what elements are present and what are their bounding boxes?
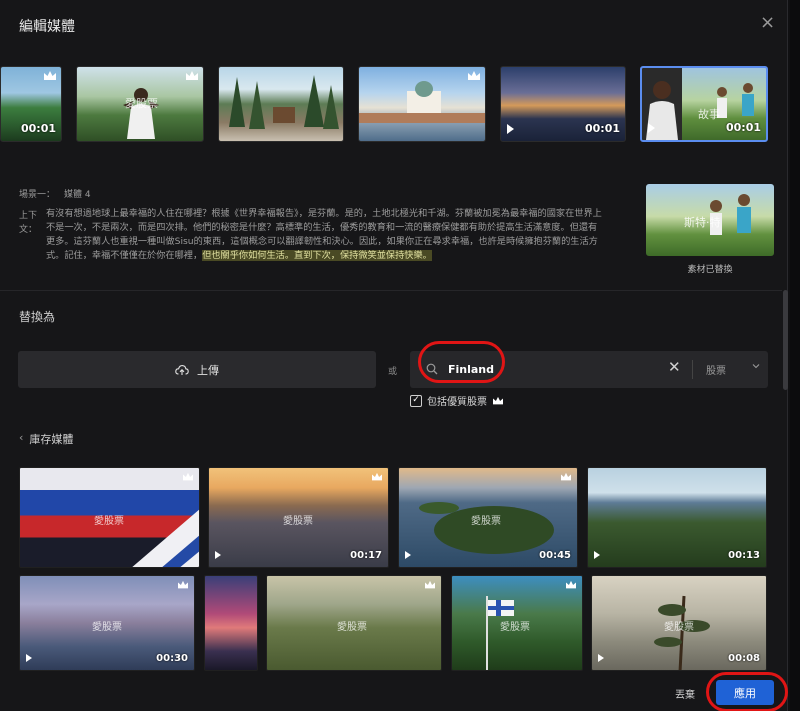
stock-thumb[interactable]: 愛股票 00:30: [19, 575, 195, 671]
duration-label: 00:13: [728, 550, 760, 561]
scene-thumb[interactable]: 00:01: [500, 66, 626, 142]
dialog-title: 編輯媒體: [19, 19, 75, 35]
scene-media-label: 媒體 4: [64, 190, 91, 200]
separator: [692, 360, 693, 379]
play-icon: [405, 551, 411, 559]
crown-icon: [566, 580, 576, 589]
stock-thumb[interactable]: 愛股票: [19, 467, 200, 568]
scene-thumb-selected[interactable]: 故事 00:01: [640, 66, 768, 142]
premium-checkbox[interactable]: ✓: [410, 394, 422, 407]
crown-icon: [372, 472, 382, 481]
replace-title: 替換為: [19, 310, 56, 324]
scene-thumb[interactable]: 愛股票: [76, 66, 204, 142]
watermark-text: 愛股票: [94, 516, 124, 527]
person-figure: [123, 88, 159, 139]
replaced-label: 素材已替換: [687, 265, 733, 275]
stock-heading: 庫存媒體: [29, 433, 74, 446]
crown-icon: [178, 580, 188, 589]
watermark-text: 愛股票: [283, 516, 313, 527]
watermark-text: 斯特·特: [684, 216, 721, 229]
stock-thumb[interactable]: 00:13: [587, 467, 767, 568]
premium-option: ✓ 包括優質股票: [410, 393, 504, 408]
annotation-circle: [706, 672, 788, 711]
crown-icon: [493, 396, 503, 404]
page-scrollbar[interactable]: [790, 0, 800, 711]
crown-icon: [468, 71, 480, 80]
play-icon: [215, 551, 221, 559]
stock-thumb[interactable]: 愛股票 00:45: [398, 467, 578, 568]
watermark-text: 愛股票: [125, 97, 158, 110]
section-divider: [0, 290, 782, 291]
play-icon: [594, 551, 600, 559]
watermark-text: 愛股票: [92, 622, 122, 633]
edit-media-dialog: 編輯媒體 × 00:01 愛股票 00:01 故事 00:01 場景一： 媒體 …: [0, 0, 788, 711]
scene-thumb[interactable]: [358, 66, 486, 142]
watermark-text: 故事: [698, 108, 720, 121]
watermark-text: 愛股票: [500, 622, 530, 633]
crown-icon: [183, 472, 193, 481]
duration-label: 00:45: [539, 550, 571, 561]
stock-thumb[interactable]: 愛股票: [451, 575, 583, 671]
forest-scene: [229, 75, 339, 129]
upload-button[interactable]: 上傳: [18, 351, 376, 388]
dialog-header: 編輯媒體 ×: [0, 0, 788, 50]
duration-label: 00:17: [350, 550, 382, 561]
crown-icon: [186, 71, 198, 80]
duration-label: 00:01: [20, 122, 56, 135]
replaced-media-thumb: 斯特·特: [646, 184, 774, 256]
stock-thumb[interactable]: 愛股票 00:08: [591, 575, 767, 671]
back-chevron-icon: ‹: [19, 431, 24, 444]
source-dropdown[interactable]: 股票: [706, 362, 726, 377]
cloud-upload-icon: [175, 364, 189, 375]
context-highlight: 但也關乎你如何生活。直到下次，保持微笑並保持快樂。: [202, 250, 432, 261]
flag-cross-shape: [132, 509, 199, 567]
scrollbar-thumb[interactable]: [783, 290, 788, 390]
crown-icon: [44, 71, 56, 80]
play-icon: [648, 123, 655, 133]
stock-thumb[interactable]: 愛股票 00:17: [208, 467, 389, 568]
chevron-down-icon[interactable]: [752, 362, 760, 370]
watermark-text: 愛股票: [337, 622, 367, 633]
play-icon: [598, 654, 604, 662]
duration-label: 00:08: [728, 653, 760, 664]
duration-label: 00:01: [725, 121, 761, 134]
stock-media-back[interactable]: ‹ 庫存媒體: [19, 431, 73, 447]
context-text: 有沒有想過地球上最幸福的人住在哪裡？根據《世界幸福報告》，是芬蘭。是的，土地北極…: [46, 207, 606, 263]
scene-label: 場景一：: [19, 190, 56, 200]
play-icon: [507, 124, 514, 134]
duration-label: 00:01: [584, 122, 620, 135]
scene-strip: 00:01 愛股票 00:01 故事 00:01: [0, 66, 788, 146]
stock-thumb[interactable]: 愛股票: [266, 575, 442, 671]
watermark-text: 愛股票: [471, 516, 501, 527]
premium-label: 包括優質股票: [427, 397, 487, 408]
discard-button[interactable]: 丟棄: [675, 686, 695, 701]
crown-icon: [425, 580, 435, 589]
scene-thumb[interactable]: 00:01: [0, 66, 62, 142]
play-icon: [26, 654, 32, 662]
watermark-text: 愛股票: [664, 622, 694, 633]
crown-icon: [561, 472, 571, 481]
context-label: 上下文：: [19, 211, 38, 235]
flagpole-finland: [486, 596, 514, 670]
annotation-circle: [418, 341, 505, 383]
close-icon[interactable]: ×: [760, 14, 775, 32]
or-label: 或: [388, 367, 398, 377]
stock-thumb[interactable]: [204, 575, 258, 671]
duration-label: 00:30: [156, 653, 188, 664]
scene-thumb[interactable]: [218, 66, 344, 142]
clear-search-icon[interactable]: ✕: [668, 360, 681, 375]
upload-label: 上傳: [197, 363, 219, 377]
